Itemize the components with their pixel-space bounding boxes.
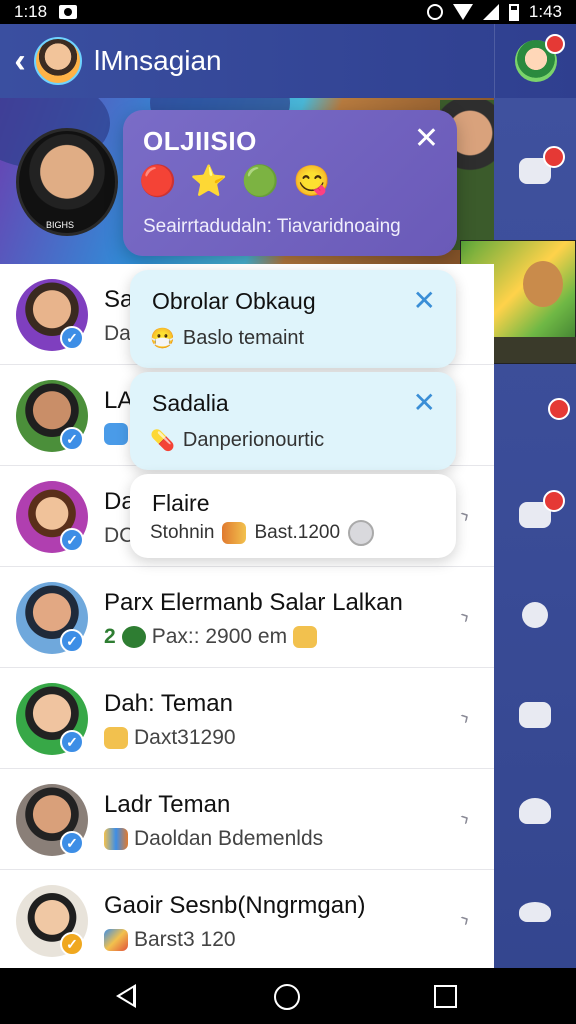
signal-icon [482,4,499,20]
close-icon[interactable]: ✕ [413,386,436,419]
virus-icon: 🔴 [139,165,177,198]
gift-icon [104,929,128,951]
chat-name: Dah: Teman [104,690,233,717]
overlay-card[interactable]: Sadalia ✕ 💊 Danperionourtic [130,372,456,470]
game-character-image [523,261,563,307]
clock-icon [348,520,375,546]
verified-icon: ✓ [60,427,84,451]
chat-row[interactable]: ✓ Ladr Teman Daoldan Bdemenlds › [0,769,494,870]
chevron-icon: › [454,602,474,629]
mask-face-icon: 😷 [150,328,175,350]
profile-button[interactable] [494,24,576,98]
overlay-card[interactable]: Flaire Stohnin Bast.1200 [130,474,456,558]
user-icon[interactable] [515,792,555,832]
chevron-icon: › [454,501,474,528]
tag-icon [104,727,128,749]
overlay-title: Flaire [152,490,210,516]
chat-row[interactable]: ✓ Parx Elermanb Salar Lalkan 2 Pax:: 290… [0,567,494,668]
avatar-label: BIGHS [46,220,75,230]
yum-face-icon: 😋 [293,165,331,198]
notification-icon [59,5,78,19]
overlay-title: Obrolar Obkaug [152,288,316,314]
verified-icon: ✓ [60,528,84,552]
system-nav-bar [0,968,576,1024]
verified-icon: ✓ [60,932,84,956]
chat-name: Gaoir Sesnb(Nngrmgan) [104,892,366,919]
overlay-subtitle: 💊 Danperionourtic [150,429,325,452]
chat-preview: Da [104,322,131,345]
speech-icon[interactable] [515,696,555,736]
coin-icon [293,626,318,648]
chat-icon[interactable] [515,146,565,192]
avatar-mini-icon [121,626,146,648]
verified-icon: ✓ [60,730,84,754]
profile-avatar [514,34,565,82]
chat-preview [104,423,128,445]
battery-icon [508,3,519,21]
user-icon[interactable] [515,890,555,930]
overlay-subtitle: 😷 Baslo temaint [150,327,305,350]
app-bar: ‹ lMnsagian [0,24,576,98]
chat-row[interactable]: ✓ Gaoir Sesnb(Nngrmgan) Barst3 120 › [0,870,494,971]
chat-icon[interactable] [515,490,565,536]
close-icon[interactable]: ✕ [414,124,439,154]
nav-recents-icon[interactable] [434,985,457,1008]
verified-icon: ✓ [60,629,84,653]
chat-name: Sa [104,286,134,313]
promo-subtitle: Seairrtadudaln: Tiavaridnoaing [143,216,401,237]
screen: 1:18 1:43 ‹ lMnsagian BIGHS OLJIISIO ✕ 🔴… [0,0,576,1024]
chat-name: Ladr Teman [104,791,231,818]
badge-dot [548,398,570,420]
chart-icon [104,828,128,850]
chat-name: Parx Elermanb Salar Lalkan [104,589,403,616]
right-rail [494,98,576,968]
nav-home-icon[interactable] [274,984,300,1010]
green-badge-icon: 🟢 [241,165,280,198]
people-icon[interactable] [515,596,555,636]
status-time-right: 1:43 [528,2,562,21]
promo-emoji-row: 🔴 ⭐ 🟢 😋 [139,164,330,199]
chat-list: ✓ Sa Da ✓ LA ✓ Da DC › ✓ Parx Elermanb S… [0,264,494,968]
star-icon: ⭐ [190,165,228,198]
overlay-title: Sadalia [152,390,229,416]
wifi-icon [452,4,473,20]
status-bar: 1:18 1:43 [0,0,576,24]
status-time: 1:18 [14,2,48,21]
close-icon[interactable]: ✕ [413,284,436,317]
alarm-icon [426,4,443,20]
promo-title: OLJIISIO [143,126,257,156]
chevron-icon: › [454,703,474,730]
pill-icon: 💊 [150,430,175,452]
verified-icon: ✓ [60,326,84,350]
chat-row[interactable]: ✓ Dah: Teman Daxt31290 › [0,668,494,769]
avatar[interactable] [34,37,82,85]
app-title: lMnsagian [94,45,222,76]
chat-preview: 2 Pax:: 2900 em [104,625,318,649]
chevron-icon: › [454,905,474,932]
tag-icon [222,522,247,544]
overlay-subtitle: Stohnin Bast.1200 [150,520,375,546]
nav-back-icon[interactable] [116,984,136,1008]
verified-icon: ✓ [60,831,84,855]
chevron-icon: › [454,804,474,831]
chat-preview: Daoldan Bdemenlds [104,827,323,851]
gift-icon [104,423,128,445]
promo-card[interactable]: OLJIISIO ✕ 🔴 ⭐ 🟢 😋 Seairrtadudaln: Tiava… [123,110,457,256]
chat-preview: Daxt31290 [104,726,236,750]
overlay-card[interactable]: Obrolar Obkaug ✕ 😷 Baslo temaint [130,270,456,368]
chat-preview: Barst3 120 [104,928,236,952]
chat-name: LA [104,387,134,414]
badge-dot [543,490,565,512]
badge-dot [543,146,565,168]
notification-badge [544,34,565,54]
